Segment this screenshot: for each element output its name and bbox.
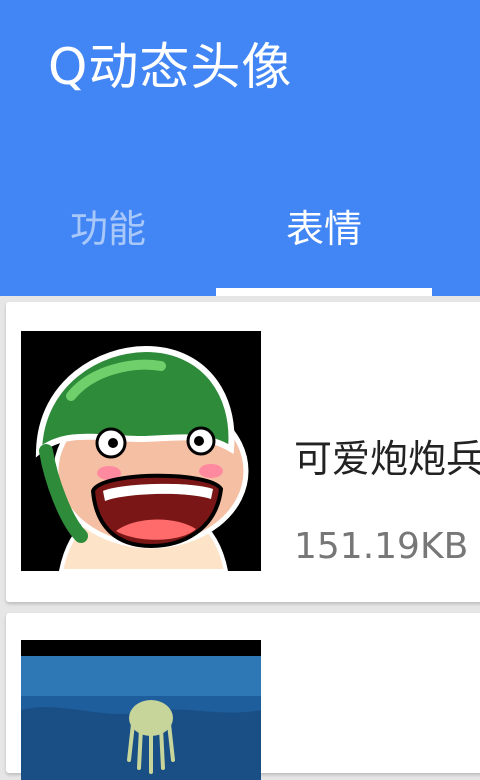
sticker-thumbnail — [21, 331, 261, 571]
list-item[interactable]: 可爱炮炮兵 151.19KB — [6, 302, 480, 602]
app-title: Q动态头像 — [48, 38, 293, 96]
app-bar: Q动态头像 功能 表情 — [0, 0, 480, 296]
tab-bar: 功能 表情 — [0, 180, 480, 296]
underwater-scene-image — [21, 640, 261, 780]
tab-indicator — [216, 288, 432, 296]
sticker-list[interactable]: 可爱炮炮兵 151.19KB — [0, 296, 480, 780]
cartoon-soldier-image — [21, 331, 261, 571]
tab-stickers[interactable]: 表情 — [216, 180, 432, 270]
item-title: 可爱炮炮兵 — [294, 437, 480, 481]
list-item[interactable] — [6, 613, 480, 780]
sticker-thumbnail — [21, 640, 261, 780]
item-file-size: 151.19KB — [294, 526, 469, 567]
tab-functions[interactable]: 功能 — [0, 180, 216, 270]
